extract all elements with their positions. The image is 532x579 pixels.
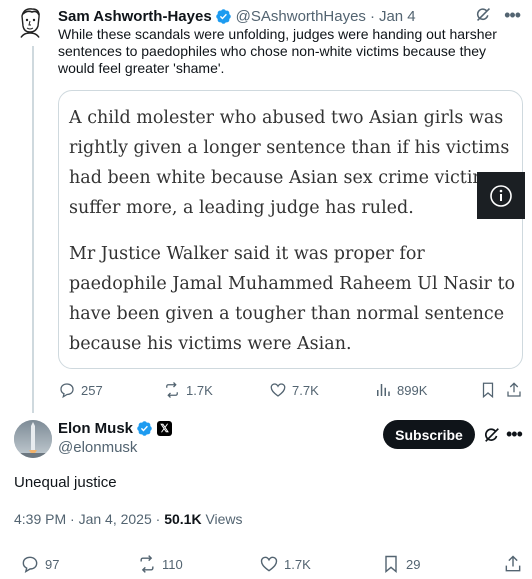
author-handle[interactable]: @elonmusk [58,439,137,456]
separator: · [369,7,375,25]
article-text: A child molester who abused two Asian gi… [69,103,519,368]
share-button[interactable] [503,554,523,574]
tweet-timestamp: 4:39 PM · Jan 4, 2025 · 50.1K Views [14,511,243,527]
heart-icon [260,556,278,572]
repost-icon [140,555,154,573]
grok-icon[interactable] [475,6,492,23]
repost-count: 110 [162,556,183,572]
author-name[interactable]: Elon Musk [58,420,133,437]
author-handle[interactable]: @SAshworthHayes [236,8,366,25]
like-count: 1.7K [284,556,311,572]
quoted-tweet-text: While these scandals were unfolding, jud… [58,26,497,76]
verified-badge-icon [136,420,153,437]
reply-count: 97 [45,556,60,572]
share-icon [505,555,521,572]
avatar[interactable] [14,420,52,458]
tweet-time[interactable]: 4:39 PM · Jan 4, 2025 · [14,511,164,527]
view-count: 899K [397,382,428,398]
more-options-icon[interactable]: ••• [504,6,521,24]
more-options-icon[interactable]: ••• [506,425,523,443]
x-affiliate-badge-icon: 𝕏 [157,421,173,436]
heart-icon [270,383,286,397]
quoted-tweet-header: Sam Ashworth-Hayes @SAshworthHayes · Jan… [58,6,520,26]
repost-icon [166,382,178,398]
reply-icon [22,556,38,573]
thread-line [32,46,34,413]
bookmark-button[interactable] [479,381,497,399]
quoted-tweet-actions-top: ••• [475,6,521,24]
article-image-card[interactable]: A child molester who abused two Asian gi… [58,90,523,369]
repost-count: 1.7K [186,382,213,398]
tweet-text: Unequal justice [14,474,117,491]
avatar[interactable] [12,4,48,40]
author-row: Elon Musk 𝕏 [58,420,173,437]
tweet-date[interactable]: Jan 4 [379,8,416,25]
grok-icon[interactable] [483,426,501,449]
article-paragraph: A child molester who abused two Asian gi… [69,108,510,218]
bookmark-icon [385,555,397,574]
subscribe-button[interactable]: Subscribe [383,420,475,449]
share-icon [507,382,521,397]
views-label: Views [205,511,243,527]
reply-icon [60,383,74,399]
views-chart-icon [377,384,390,396]
verified-badge-icon [215,8,232,25]
bookmark-icon [482,382,494,399]
article-paragraph: Mr Justice Walker said it was proper for… [69,244,516,354]
share-button[interactable] [505,381,523,399]
like-count: 7.7K [292,382,319,398]
bookmark-count: 29 [406,556,421,572]
info-icon[interactable] [477,172,525,219]
author-name[interactable]: Sam Ashworth-Hayes [58,8,212,25]
reply-count: 257 [81,382,103,398]
views-count: 50.1K [164,511,202,527]
